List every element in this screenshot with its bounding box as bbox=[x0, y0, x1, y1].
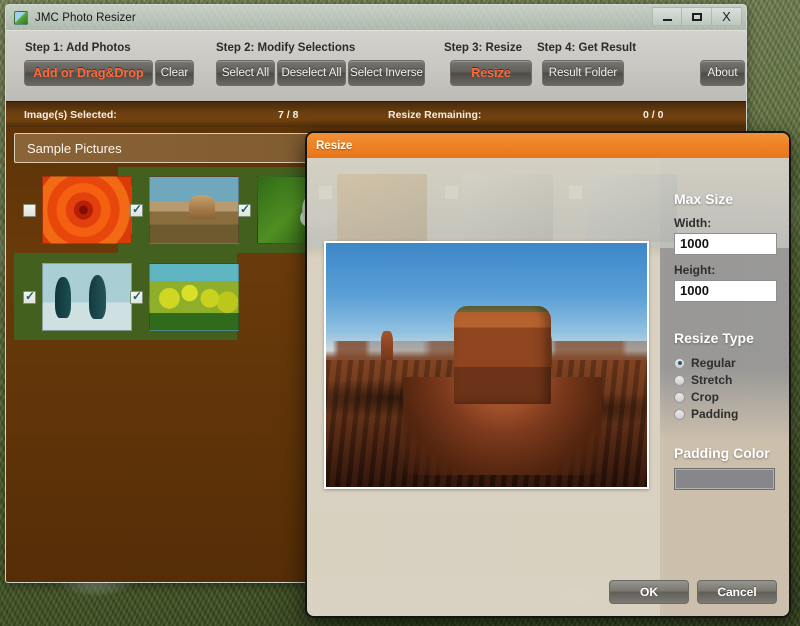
radio-option-regular[interactable]: Regular bbox=[674, 356, 789, 370]
radio-crop-icon[interactable] bbox=[674, 391, 685, 403]
height-input[interactable]: 1000 bbox=[674, 280, 777, 302]
dialog-title: Resize bbox=[316, 139, 353, 152]
ghost-thumb bbox=[337, 174, 427, 242]
max-size-heading: Max Size bbox=[674, 191, 734, 207]
thumbnail-image-butte[interactable] bbox=[149, 176, 239, 244]
list-item[interactable] bbox=[23, 263, 132, 331]
thumbnail-checkbox[interactable] bbox=[130, 202, 143, 217]
preview-butte bbox=[454, 306, 551, 405]
result-folder-button[interactable]: Result Folder bbox=[542, 60, 624, 86]
padding-color-heading: Padding Color bbox=[674, 445, 770, 461]
title-bar: JMC Photo Resizer X bbox=[6, 5, 746, 30]
dialog-body: Max Size Width: 1000 Height: 1000 Resize… bbox=[307, 158, 789, 616]
list-item[interactable] bbox=[130, 176, 239, 244]
close-button[interactable]: X bbox=[712, 7, 742, 26]
radio-padding-icon[interactable] bbox=[674, 408, 685, 420]
add-or-drag-drop-button[interactable]: Add or Drag&Drop bbox=[24, 60, 153, 86]
ghost-checkbox bbox=[569, 186, 582, 199]
window-controls: X bbox=[652, 7, 742, 26]
dialog-settings-column: Max Size Width: 1000 Height: 1000 Resize… bbox=[660, 158, 789, 490]
ghost-checkbox bbox=[319, 186, 332, 199]
resize-type-heading: Resize Type bbox=[674, 330, 754, 346]
ghost-checkbox bbox=[445, 186, 458, 199]
step-4-label: Step 4: Get Result bbox=[537, 42, 637, 54]
radio-crop-label: Crop bbox=[691, 390, 719, 404]
cancel-button[interactable]: Cancel bbox=[697, 580, 777, 604]
padding-color-swatch[interactable] bbox=[674, 468, 775, 490]
about-button[interactable]: About bbox=[700, 60, 745, 86]
radio-option-stretch[interactable]: Stretch bbox=[674, 373, 789, 387]
step-1-label: Step 1: Add Photos bbox=[25, 42, 131, 54]
radio-stretch-icon[interactable] bbox=[674, 374, 685, 386]
app-logo-icon bbox=[14, 10, 28, 25]
select-inverse-button[interactable]: Select Inverse bbox=[348, 60, 425, 86]
radio-option-crop[interactable]: Crop bbox=[674, 390, 789, 404]
step-2-label: Step 2: Modify Selections bbox=[216, 42, 356, 54]
ok-button[interactable]: OK bbox=[609, 580, 689, 604]
radio-option-padding[interactable]: Padding bbox=[674, 407, 789, 421]
images-selected-label: Image(s) Selected: bbox=[24, 109, 117, 121]
radio-regular-icon[interactable] bbox=[674, 357, 685, 369]
height-label: Height: bbox=[674, 263, 716, 277]
thumbnail-image-penguins[interactable] bbox=[42, 263, 132, 331]
clear-button[interactable]: Clear bbox=[155, 60, 194, 86]
width-input[interactable]: 1000 bbox=[674, 233, 777, 255]
images-selected-value: 7 / 8 bbox=[278, 109, 299, 121]
radio-padding-label: Padding bbox=[691, 407, 739, 421]
resize-button[interactable]: Resize bbox=[450, 60, 532, 86]
resize-remaining-value: 0 / 0 bbox=[643, 109, 664, 121]
toolbar: Step 1: Add Photos Step 2: Modify Select… bbox=[6, 30, 746, 101]
preview-frame bbox=[324, 241, 649, 489]
thumbnail-checkbox[interactable] bbox=[23, 203, 36, 217]
thumbnail-checkbox[interactable] bbox=[130, 289, 143, 304]
dialog-footer: OK Cancel bbox=[609, 580, 777, 604]
maximize-icon bbox=[691, 12, 702, 21]
minimize-icon bbox=[662, 18, 672, 21]
maximize-button[interactable] bbox=[682, 7, 712, 26]
width-label: Width: bbox=[674, 216, 712, 230]
thumbnail-checkbox[interactable] bbox=[23, 289, 36, 304]
list-item[interactable] bbox=[130, 263, 239, 331]
radio-stretch-label: Stretch bbox=[691, 373, 733, 387]
resize-dialog: Resize Max Size Width: 1000 Height: 1000… bbox=[305, 131, 791, 618]
ghost-thumb bbox=[463, 174, 553, 242]
deselect-all-button[interactable]: Deselect All bbox=[277, 60, 346, 86]
thumbnail-image-tulips[interactable] bbox=[149, 263, 239, 331]
minimize-button[interactable] bbox=[652, 7, 682, 26]
list-item[interactable] bbox=[23, 176, 132, 244]
window-title: JMC Photo Resizer bbox=[35, 11, 136, 24]
thumbnail-image-flower[interactable] bbox=[42, 176, 132, 244]
status-bar: Image(s) Selected: 7 / 8 Resize Remainin… bbox=[6, 101, 746, 127]
dialog-title-bar: Resize bbox=[307, 133, 789, 158]
preview-image bbox=[326, 243, 647, 487]
select-all-button[interactable]: Select All bbox=[216, 60, 275, 86]
resize-type-radio-group: Regular Stretch Crop Padding bbox=[674, 356, 789, 421]
gallery-group-label: Sample Pictures bbox=[27, 140, 122, 156]
step-3-label: Step 3: Resize bbox=[444, 42, 522, 54]
close-icon: X bbox=[722, 9, 731, 24]
radio-regular-label: Regular bbox=[691, 356, 736, 370]
resize-remaining-label: Resize Remaining: bbox=[388, 109, 482, 121]
thumbnail-checkbox[interactable] bbox=[238, 202, 251, 217]
